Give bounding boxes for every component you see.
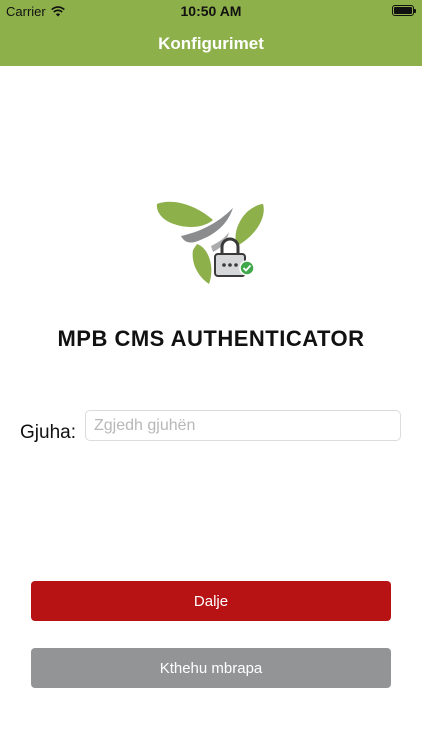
status-bar: Carrier 10:50 AM	[0, 0, 422, 22]
back-button[interactable]: Kthehu mbrapa	[31, 648, 391, 688]
logo-leaf-bottom	[192, 244, 212, 284]
app-title: MPB CMS AUTHENTICATOR	[57, 326, 365, 351]
page-title: Konfigurimet	[158, 34, 264, 53]
language-label: Gjuha:	[20, 422, 76, 443]
app-logo	[156, 201, 264, 284]
battery-fill	[394, 7, 412, 14]
logo-leaf-left	[156, 201, 213, 227]
battery-icon	[392, 5, 416, 16]
status-time: 10:50 AM	[180, 3, 242, 19]
logo-leaf-right	[235, 204, 264, 246]
check-badge-icon	[239, 260, 255, 276]
nav-bar: Konfigurimet	[0, 22, 422, 66]
back-button-label: Kthehu mbrapa	[159, 659, 263, 677]
exit-button[interactable]: Dalje	[31, 581, 391, 621]
exit-button-label: Dalje	[193, 592, 229, 610]
language-picker-input[interactable]	[85, 410, 401, 441]
